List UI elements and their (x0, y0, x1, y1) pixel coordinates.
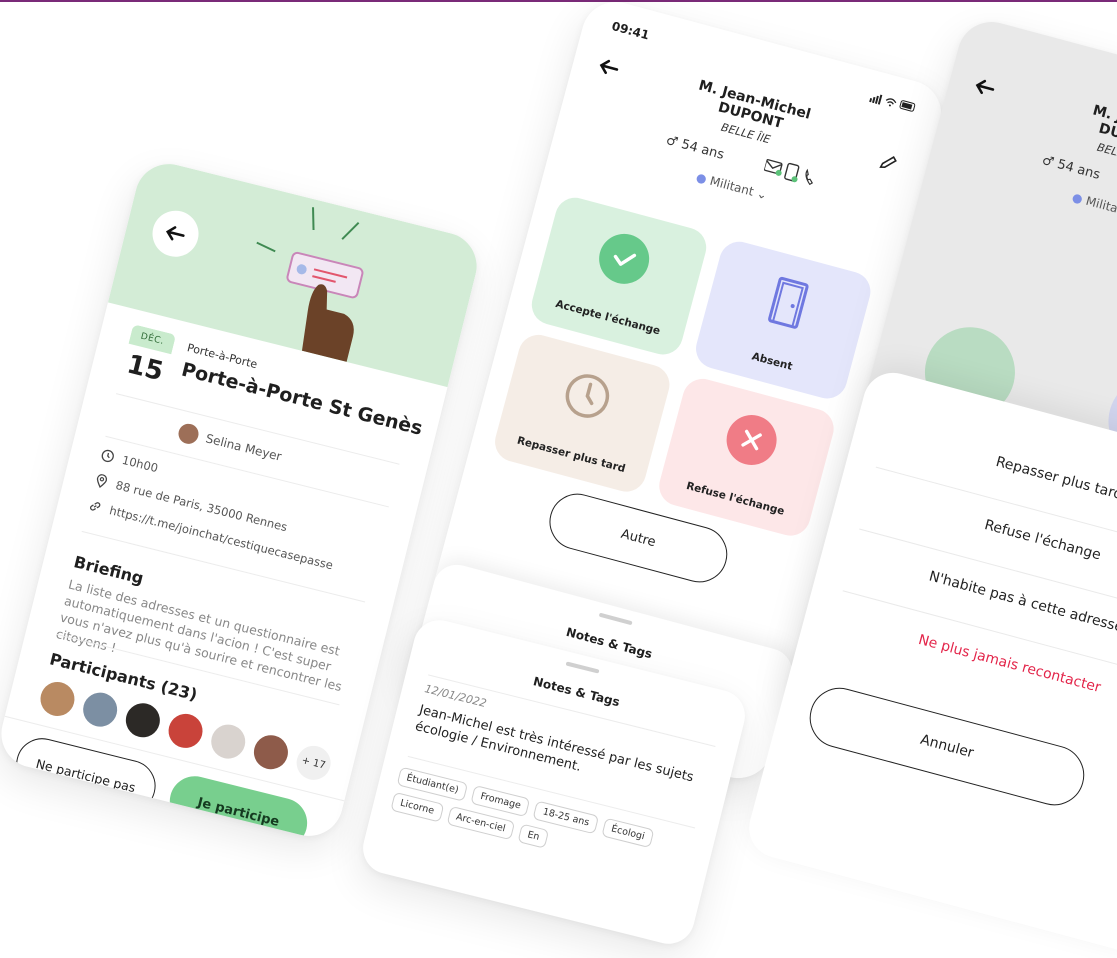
event-time: 10h00 (99, 447, 159, 475)
participant-avatar[interactable] (207, 720, 249, 763)
decline-button[interactable]: Ne participe pas (10, 732, 162, 818)
phone-icon (805, 168, 814, 186)
tag[interactable]: Écologi (601, 817, 655, 849)
mobile-phone-icon (784, 162, 800, 183)
contact-age: ♂ 54 ans (664, 133, 725, 163)
tile-label: Accepte l'échange (554, 297, 662, 338)
email-icon (763, 159, 783, 176)
more-participants-count[interactable]: + 17 (293, 742, 335, 784)
cross-icon (720, 409, 782, 471)
door-icon (757, 272, 818, 333)
participant-avatar[interactable] (122, 699, 164, 741)
participant-avatar[interactable] (36, 678, 79, 720)
tag[interactable]: En (517, 823, 550, 849)
join-button[interactable]: Je participe (164, 770, 313, 844)
tag[interactable]: Licorne (390, 791, 444, 823)
event-date-badge: DÉC. 15 (117, 324, 177, 397)
link-icon (90, 502, 101, 511)
contact-channels (762, 156, 824, 194)
signal-wifi-battery-icon (869, 94, 916, 112)
contact-age: ♂ 54 ans (1040, 153, 1101, 183)
cancel-button[interactable]: Annuler (803, 681, 1091, 813)
tile-accepte-echange[interactable]: Accepte l'échange (527, 193, 711, 359)
contact-role-text[interactable]: Militant (708, 174, 755, 199)
event-time-text: 10h00 (120, 452, 160, 476)
organizer-avatar (176, 421, 201, 446)
contact-age-text: 54 ans (1055, 157, 1102, 183)
tile-refuse-echange[interactable]: Refuse l'échange (654, 374, 839, 541)
chevron-down-icon: ⌄ (751, 185, 769, 203)
check-icon (593, 228, 655, 290)
top-accent-line (0, 0, 1117, 2)
status-bar-icons (868, 90, 918, 117)
contact-channels-icons (763, 159, 814, 186)
status-bar-time: 09:41 (610, 19, 651, 43)
tile-label: Absent (750, 350, 794, 373)
event-organizer: Selina Meyer (176, 421, 283, 467)
tile-label: Refuse l'échange (684, 479, 786, 518)
location-pin-icon (96, 474, 108, 489)
organizer-name: Selina Meyer (204, 431, 283, 464)
contact-role-text: Militant (1084, 193, 1117, 219)
clock-icon (101, 449, 114, 463)
sheet-handle[interactable] (598, 612, 633, 626)
arrow-left-icon (165, 226, 185, 241)
participant-avatar[interactable] (250, 731, 292, 773)
tile-repasser-plus-tard[interactable]: Repasser plus tard (490, 330, 674, 497)
participant-avatar[interactable] (79, 689, 121, 731)
sheet-handle[interactable] (565, 661, 600, 674)
contact-age-text: 54 ans (679, 137, 726, 163)
tile-absent[interactable]: Absent (691, 237, 875, 403)
clock-icon (556, 365, 617, 426)
participant-avatar[interactable] (164, 710, 207, 752)
tile-label: Repasser plus tard (515, 434, 627, 476)
